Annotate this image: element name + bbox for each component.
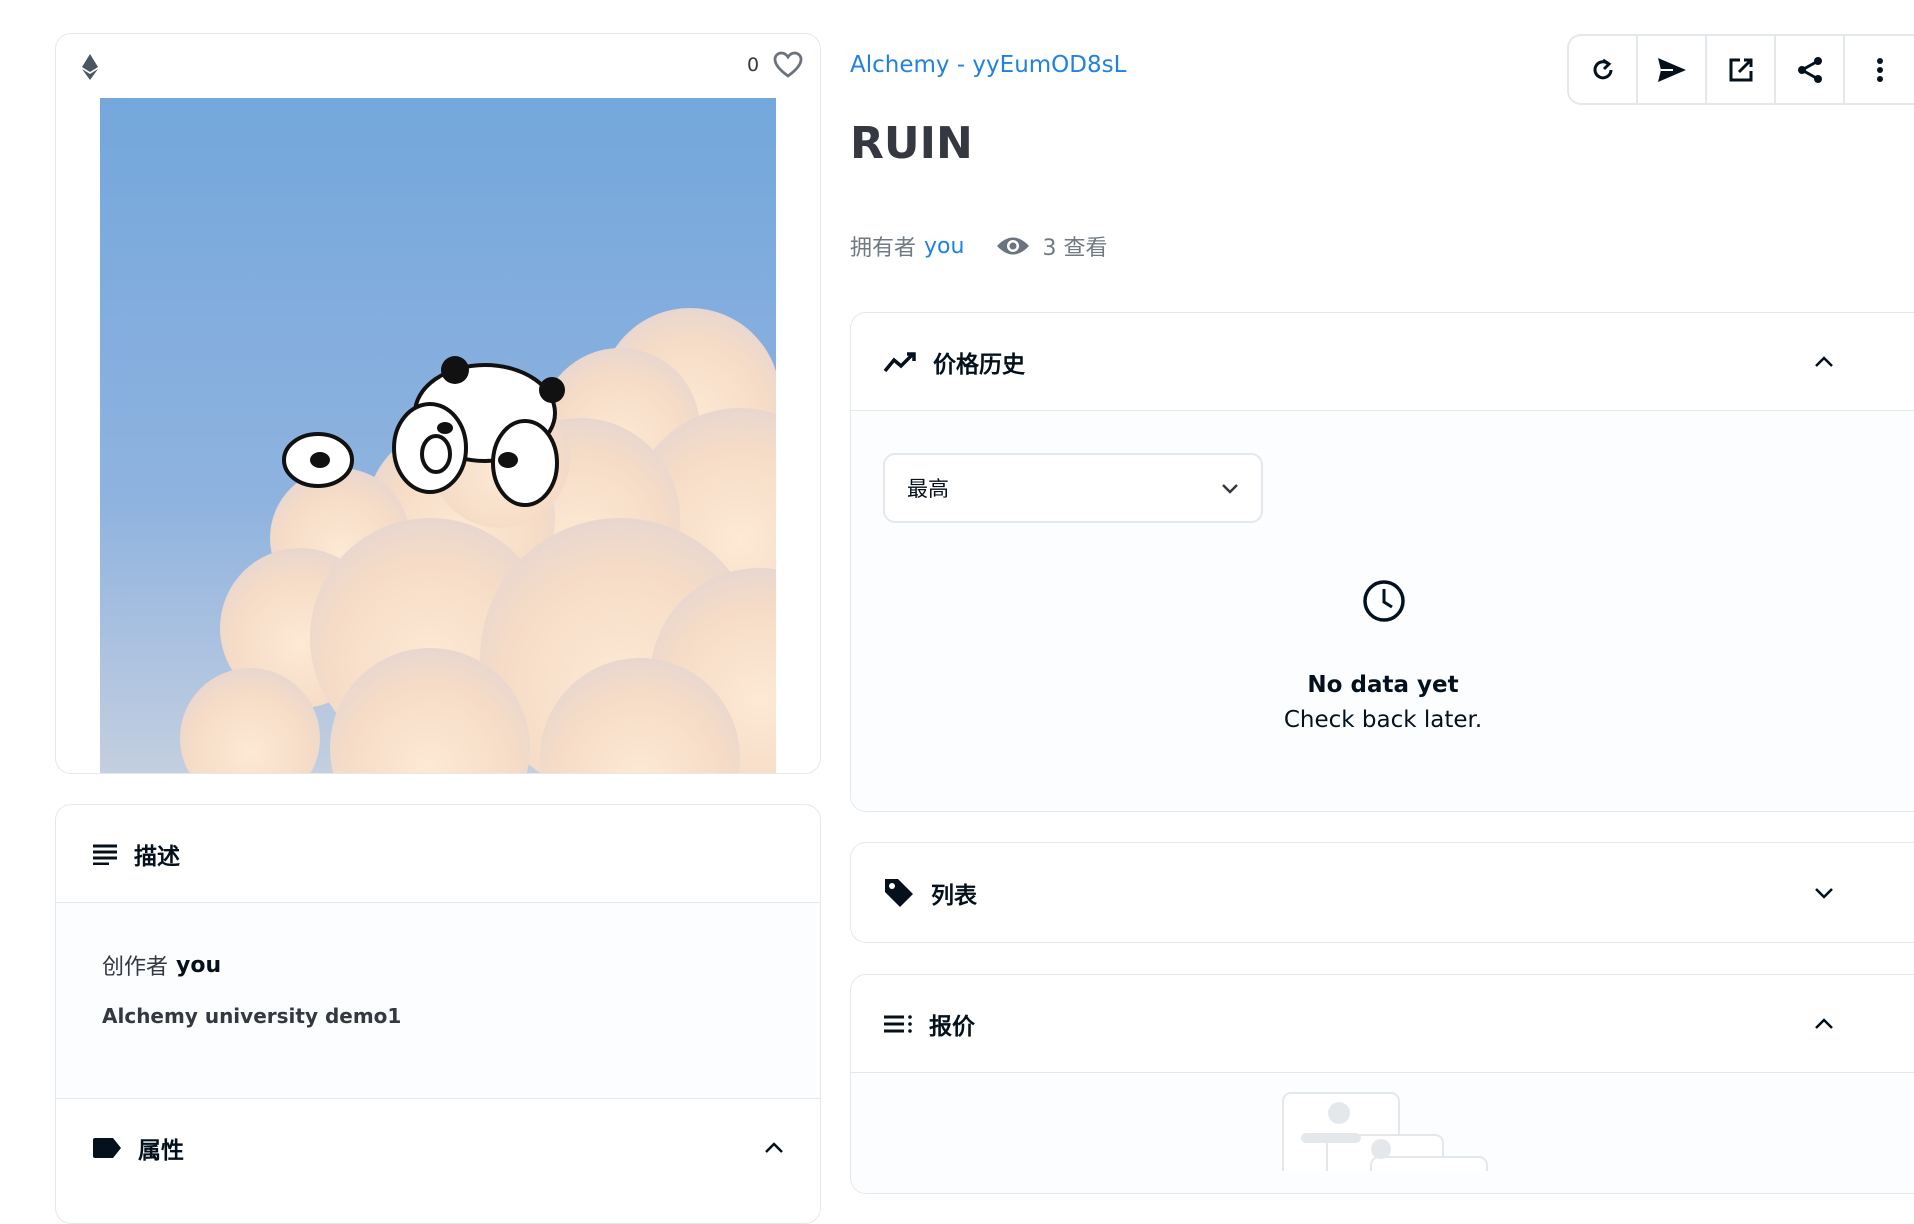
listings-header[interactable]: 列表 [851, 843, 1914, 942]
chevron-down-icon [1221, 483, 1239, 494]
chevron-up-icon[interactable] [1814, 355, 1834, 368]
owner-prefix: 拥有者 [850, 236, 917, 261]
description-card: 描述 创作者 you Alchemy university demo1 属性 [55, 804, 821, 1224]
empty-offers-illustration-icon [1281, 1091, 1491, 1171]
item-title: RUIN [850, 118, 973, 169]
clock-icon [1362, 579, 1406, 623]
chevron-up-icon[interactable] [1814, 1017, 1834, 1030]
listings-card: 列表 [850, 842, 1914, 943]
price-history-card: 价格历史 最高 No data yet Check back later. [850, 312, 1914, 812]
description-text: Alchemy university demo1 [102, 1004, 402, 1028]
media-card-header: 0 [56, 34, 820, 98]
chevron-up-icon[interactable] [764, 1142, 784, 1154]
chevron-down-icon[interactable] [1814, 887, 1834, 899]
tag-icon [883, 877, 915, 909]
properties-header[interactable]: 属性 [56, 1099, 820, 1197]
empty-title: No data yet [1307, 672, 1459, 698]
lines-icon [92, 843, 118, 865]
creator-line: 创作者 you [102, 949, 221, 981]
offers-header[interactable]: 报价 [851, 975, 1914, 1073]
refresh-icon [1589, 56, 1617, 84]
description-header[interactable]: 描述 [56, 805, 820, 903]
price-history-body: 最高 No data yet Check back later. [851, 411, 1914, 811]
external-link-icon [1727, 56, 1755, 84]
price-history-title: 价格历史 [933, 351, 1025, 378]
offers-title: 报价 [929, 1013, 975, 1040]
owner-name[interactable]: you [924, 234, 964, 259]
action-toolbar [1567, 34, 1914, 105]
offers-body [851, 1073, 1914, 1193]
collection-link[interactable]: Alchemy - yyEumOD8sL [850, 52, 1126, 78]
time-range-value: 最高 [907, 477, 949, 501]
empty-subtitle: Check back later. [1283, 707, 1483, 733]
more-vertical-icon [1876, 57, 1884, 83]
trend-line-icon [883, 351, 917, 373]
properties-title: 属性 [138, 1138, 184, 1164]
description-title: 描述 [134, 843, 180, 870]
share-button[interactable] [1776, 36, 1845, 103]
creator-prefix: 创作者 [102, 955, 169, 980]
listings-title: 列表 [931, 883, 977, 909]
refresh-button[interactable] [1569, 36, 1638, 103]
open-external-button[interactable] [1707, 36, 1776, 103]
ethereum-icon [80, 54, 100, 80]
label-tag-icon [92, 1137, 122, 1159]
list-lines-icon [883, 1014, 913, 1034]
time-range-select[interactable]: 最高 [883, 453, 1263, 523]
description-body: 创作者 you Alchemy university demo1 [56, 903, 820, 1099]
eye-icon [996, 235, 1030, 257]
offers-card: 报价 [850, 974, 1914, 1194]
nft-image[interactable] [100, 98, 776, 773]
creator-name[interactable]: you [176, 953, 221, 978]
share-icon [1796, 56, 1824, 84]
like-count: 0 [747, 54, 760, 76]
owner-views-row: 拥有者 you 3 查看 [850, 230, 1107, 262]
heart-outline-icon[interactable] [773, 51, 803, 79]
transfer-button[interactable] [1638, 36, 1707, 103]
view-count: 3 查看 [1042, 236, 1108, 261]
more-button[interactable] [1845, 36, 1914, 103]
media-card: 0 [55, 33, 821, 774]
price-history-header[interactable]: 价格历史 [851, 313, 1914, 411]
send-icon [1657, 57, 1687, 83]
